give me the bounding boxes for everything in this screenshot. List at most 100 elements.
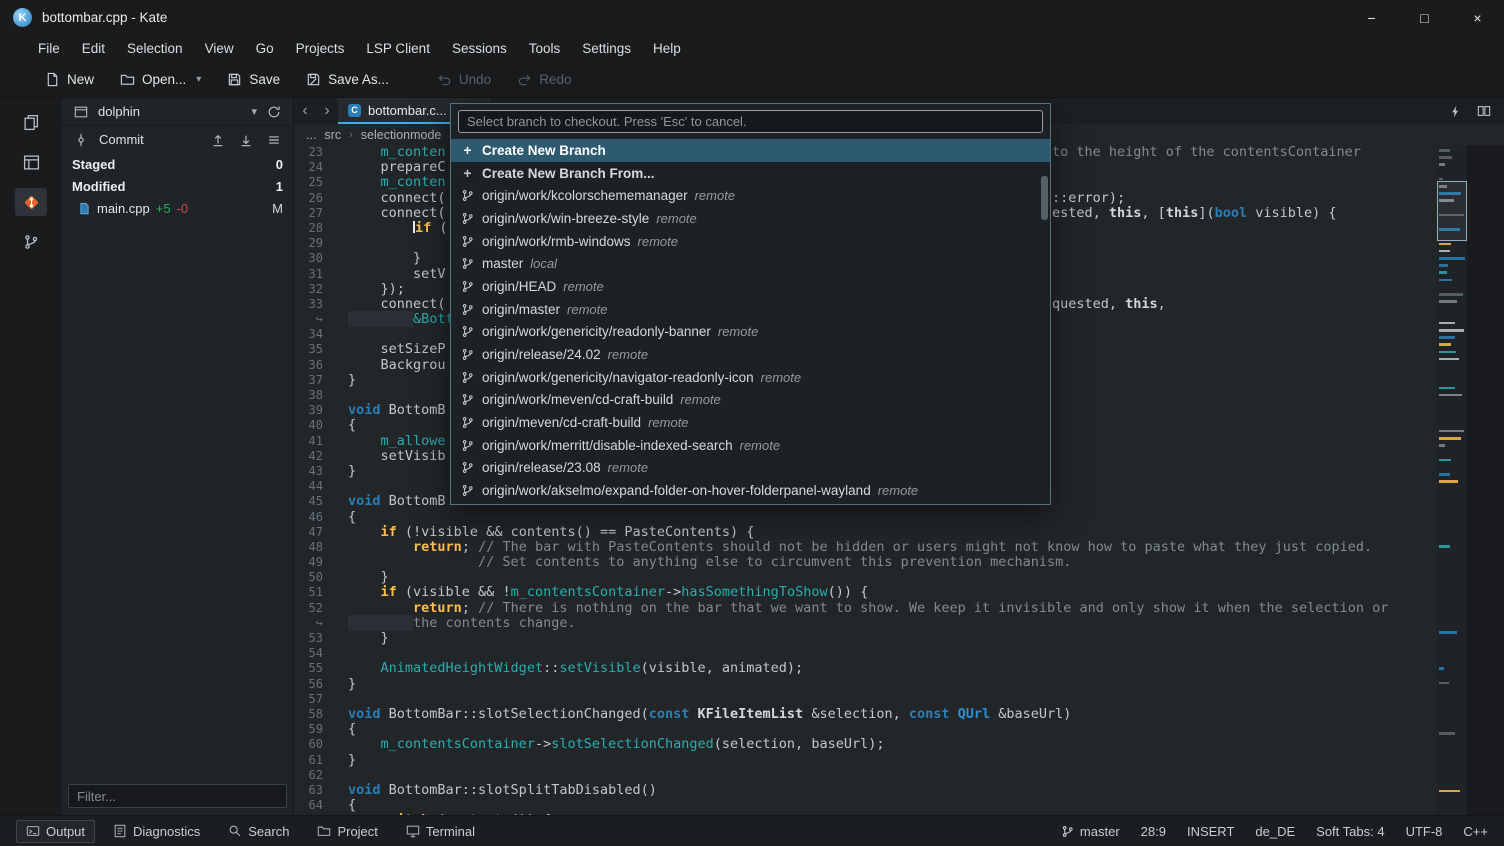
git-branch-icon bbox=[460, 280, 475, 293]
menu-tools[interactable]: Tools bbox=[519, 38, 571, 59]
git-branch-icon bbox=[460, 325, 475, 338]
menu-view[interactable]: View bbox=[195, 38, 244, 59]
documents-icon[interactable] bbox=[15, 108, 47, 136]
code-text: } bbox=[348, 569, 389, 586]
menu-selection[interactable]: Selection bbox=[117, 38, 193, 59]
new-button[interactable]: New bbox=[36, 67, 103, 92]
syntax-mode[interactable]: C++ bbox=[1463, 824, 1488, 839]
code-line: 58 void BottomBar::slotSelectionChanged(c… bbox=[294, 706, 1437, 722]
branch-item[interactable]: master local bbox=[451, 252, 1050, 275]
branch-item[interactable]: origin/work/merritt/disable-indexed-sear… bbox=[451, 434, 1050, 457]
branch-badge: remote bbox=[648, 415, 689, 431]
branch-label: master bbox=[482, 256, 524, 272]
branch-item[interactable]: origin/work/meven/cd-craft-build remote bbox=[451, 389, 1050, 412]
statusbar-tool-search[interactable]: Search bbox=[218, 820, 299, 843]
undo-label: Undo bbox=[458, 72, 492, 87]
branch-item[interactable]: origin/work/genericity/readonly-banner re… bbox=[451, 321, 1050, 344]
tab-settings[interactable]: Soft Tabs: 4 bbox=[1316, 824, 1384, 839]
menu-edit[interactable]: Edit bbox=[72, 38, 115, 59]
save-as-button[interactable]: Save As... bbox=[297, 67, 398, 92]
input-mode[interactable]: INSERT bbox=[1187, 824, 1234, 839]
close-button[interactable]: × bbox=[1451, 0, 1504, 35]
undo-button[interactable]: Undo bbox=[428, 67, 500, 92]
breadcrumb-selectionmode[interactable]: selectionmode bbox=[361, 128, 442, 142]
push-icon[interactable] bbox=[208, 130, 228, 150]
maximize-button[interactable]: □ bbox=[1398, 0, 1451, 35]
branch-item[interactable]: origin/master remote bbox=[451, 298, 1050, 321]
quick-actions-icon[interactable] bbox=[1449, 105, 1462, 118]
branch-item[interactable]: origin/release/23.08 remote bbox=[451, 457, 1050, 480]
menu-projects[interactable]: Projects bbox=[286, 38, 355, 59]
branch-badge: remote bbox=[760, 369, 802, 385]
save-button[interactable]: Save bbox=[218, 67, 289, 92]
branch-filter-input[interactable] bbox=[458, 110, 1043, 133]
redo-button[interactable]: Redo bbox=[508, 67, 580, 92]
hamburger-menu-icon[interactable] bbox=[264, 130, 284, 150]
menu-go[interactable]: Go bbox=[246, 38, 284, 59]
branch-item[interactable]: origin/meven/cd-craft-build remote bbox=[451, 411, 1050, 434]
branch-item[interactable]: origin/release/24.02 remote bbox=[451, 343, 1050, 366]
cursor-position[interactable]: 28:9 bbox=[1141, 824, 1166, 839]
line-number: 52 bbox=[308, 600, 323, 615]
branch-label: origin/work/rmb-windows bbox=[482, 233, 631, 249]
open-button[interactable]: Open... ▾ bbox=[111, 67, 210, 92]
lines-removed: -0 bbox=[176, 200, 189, 216]
chevron-down-icon[interactable]: ▾ bbox=[251, 105, 257, 118]
code-text-right-fragment: ested, this, [this](bool visible) { bbox=[1052, 204, 1337, 221]
statusbar-tool-diagnostics[interactable]: Diagnostics bbox=[103, 820, 210, 843]
staged-section[interactable]: Staged 0 bbox=[62, 153, 293, 175]
git-branch-status[interactable]: master bbox=[1061, 824, 1120, 839]
pull-icon[interactable] bbox=[236, 130, 256, 150]
menu-settings[interactable]: Settings bbox=[572, 38, 641, 59]
branch-item[interactable]: origin/work/win-breeze-style remote bbox=[451, 207, 1050, 230]
split-view-icon[interactable] bbox=[1477, 104, 1491, 118]
menu-help[interactable]: Help bbox=[643, 38, 691, 59]
tab-label: bottombar.c... bbox=[368, 102, 447, 118]
statusbar-tool-output[interactable]: Output bbox=[16, 819, 96, 843]
cpp-file-icon: C bbox=[348, 103, 361, 117]
minimap[interactable] bbox=[1437, 145, 1467, 815]
breadcrumb-collapsed[interactable]: ... bbox=[306, 128, 316, 142]
branch-item[interactable]: origin/HEAD remote bbox=[451, 275, 1050, 298]
modified-section[interactable]: Modified 1 bbox=[62, 175, 293, 197]
commit-row: Commit bbox=[62, 126, 293, 153]
branch-item[interactable]: origin/work/rmb-windows remote bbox=[451, 230, 1050, 253]
branch-item[interactable]: origin/work/genericity/navigator-readonl… bbox=[451, 366, 1050, 389]
branches-icon[interactable] bbox=[15, 228, 47, 256]
git-branch-icon bbox=[460, 484, 475, 497]
branch-item[interactable]: origin/work/kcolorschememanager remote bbox=[451, 184, 1050, 207]
tab-forward-button[interactable]: › bbox=[316, 98, 338, 124]
filesystem-icon[interactable] bbox=[15, 148, 47, 176]
statusbar-tool-project[interactable]: Project bbox=[307, 820, 387, 843]
encoding[interactable]: UTF-8 bbox=[1406, 824, 1443, 839]
filter-input[interactable] bbox=[68, 784, 287, 808]
menu-file[interactable]: File bbox=[28, 38, 70, 59]
file-status: M bbox=[272, 200, 283, 216]
code-line: 53 } bbox=[294, 630, 1437, 646]
git-icon[interactable] bbox=[15, 188, 47, 216]
project-selector[interactable]: dolphin ▾ bbox=[62, 98, 293, 126]
minimap-viewport[interactable] bbox=[1437, 181, 1467, 241]
statusbar-tool-terminal[interactable]: Terminal bbox=[396, 820, 485, 843]
branch-item[interactable]: origin/work/akselmo/expand-folder-on-hov… bbox=[451, 479, 1050, 502]
breadcrumb-src[interactable]: src bbox=[324, 128, 341, 142]
git-branch-icon bbox=[460, 439, 475, 452]
branch-badge: remote bbox=[607, 347, 649, 363]
menu-lsp-client[interactable]: LSP Client bbox=[356, 38, 440, 59]
modified-file-row[interactable]: main.cpp +5 -0 M bbox=[62, 197, 293, 219]
commit-button[interactable]: Commit bbox=[99, 132, 144, 147]
branch-badge: remote bbox=[717, 324, 759, 340]
refresh-icon[interactable] bbox=[264, 102, 284, 122]
code-text: void BottomBar::slotSplitTabDisabled() bbox=[348, 781, 657, 798]
popup-scrollbar[interactable] bbox=[1041, 176, 1048, 220]
code-text: switch (contents()) { bbox=[330, 813, 1437, 815]
statusbar-tool-label: Diagnostics bbox=[133, 823, 201, 839]
branch-item[interactable]: + Create New Branch From... bbox=[451, 162, 1050, 185]
dictionary[interactable]: de_DE bbox=[1255, 824, 1295, 839]
branch-item[interactable]: + Create New Branch bbox=[451, 139, 1050, 162]
menu-bar: File Edit Selection View Go Projects LSP Clien… bbox=[0, 35, 1504, 62]
menu-sessions[interactable]: Sessions bbox=[442, 38, 517, 59]
tab-back-button[interactable]: ‹ bbox=[294, 98, 316, 124]
minimize-button[interactable]: − bbox=[1345, 0, 1398, 35]
